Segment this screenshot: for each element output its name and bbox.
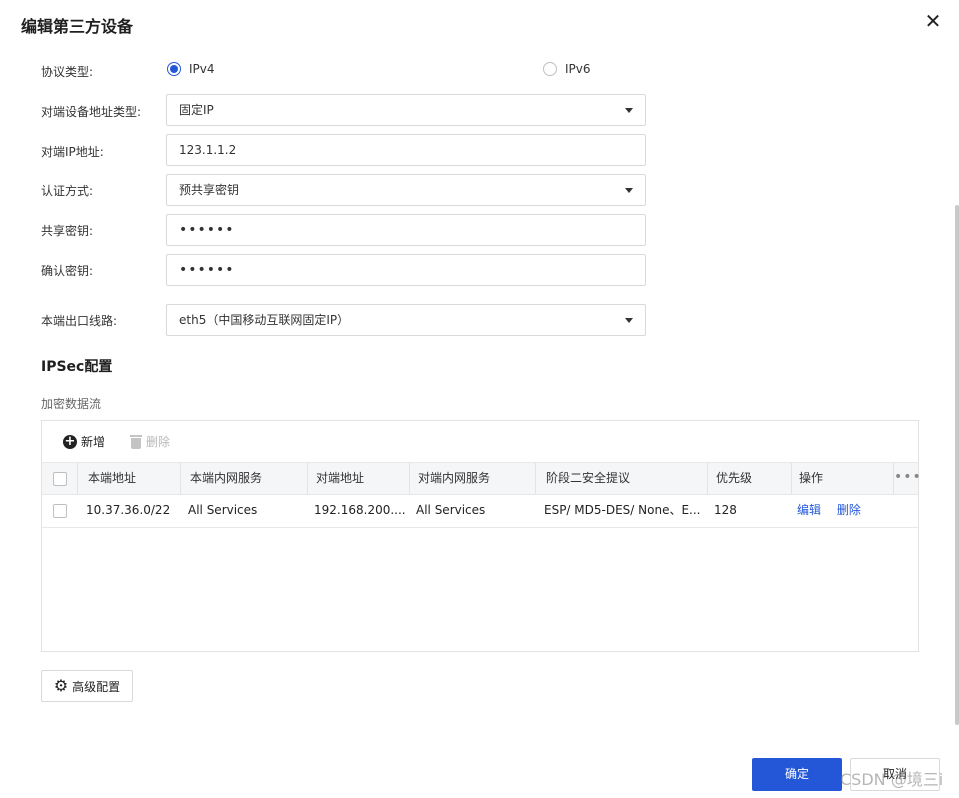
shared-key-label: 共享密钥: xyxy=(41,224,94,238)
column-header[interactable]: 本端内网服务 xyxy=(181,463,308,494)
radio-ipv6[interactable]: IPv6 xyxy=(543,62,591,76)
column-header[interactable]: 优先级 xyxy=(708,463,792,494)
auth-select[interactable]: 预共享密钥 xyxy=(166,174,646,206)
add-button-label: 新增 xyxy=(81,435,106,449)
chevron-down-icon xyxy=(625,108,633,113)
egress-label: 本端出口线路: xyxy=(41,314,118,328)
header-checkbox-cell xyxy=(42,463,78,494)
peer-addr-type-select[interactable]: 固定IP xyxy=(166,94,646,126)
egress-value: eth5（中国移动互联网固定IP） xyxy=(179,313,350,327)
gear-icon: ⚙ xyxy=(53,676,69,695)
column-header[interactable]: 本端地址 xyxy=(78,463,181,494)
auth-value: 预共享密钥 xyxy=(179,183,240,197)
peer-ip-input[interactable]: 123.1.1.2 xyxy=(166,134,646,166)
advanced-config-label: 高级配置 xyxy=(72,679,121,694)
delete-link[interactable]: 删除 xyxy=(837,503,861,517)
add-button[interactable]: + 新增 xyxy=(63,433,105,450)
peer-addr-type-value: 固定IP xyxy=(179,103,214,117)
peer-ip-label: 对端IP地址: xyxy=(41,145,104,159)
radio-checked-icon xyxy=(167,62,181,76)
peer-ip-value: 123.1.1.2 xyxy=(179,143,237,157)
delete-button[interactable]: 删除 xyxy=(130,433,170,450)
cell-peer-service: All Services xyxy=(416,503,486,517)
radio-unchecked-icon xyxy=(543,62,557,76)
watermark: CSDN @境三i xyxy=(840,770,944,789)
egress-select[interactable]: eth5（中国移动互联网固定IP） xyxy=(166,304,646,336)
peer-addr-type-label: 对端设备地址类型: xyxy=(41,105,142,119)
confirm-key-input[interactable]: •••••• xyxy=(166,254,646,286)
shared-key-input[interactable]: •••••• xyxy=(166,214,646,246)
trash-icon xyxy=(130,434,142,449)
edit-link[interactable]: 编辑 xyxy=(797,503,821,517)
column-header[interactable]: 操作 xyxy=(792,463,894,494)
ok-button[interactable]: 确定 xyxy=(752,758,842,791)
radio-ipv4-label: IPv4 xyxy=(189,62,215,76)
row-checkbox[interactable] xyxy=(53,504,67,518)
cell-local-addr: 10.37.36.0/22 xyxy=(86,503,171,517)
table-row[interactable]: 10.37.36.0/22 All Services 192.168.200..… xyxy=(42,495,918,528)
close-icon[interactable]: ✕ xyxy=(921,9,945,33)
dialog-title: 编辑第三方设备 xyxy=(21,17,134,36)
column-header[interactable]: 对端内网服务 xyxy=(410,463,536,494)
cell-proposal: ESP/ MD5-DES/ None、E... xyxy=(544,503,701,517)
encrypted-flow-title: 加密数据流 xyxy=(41,397,102,411)
radio-ipv4[interactable]: IPv4 xyxy=(167,62,215,76)
cell-actions: 编辑 删除 xyxy=(792,495,918,527)
cell-local-service: All Services xyxy=(188,503,258,517)
row-checkbox-cell xyxy=(42,495,78,527)
confirm-key-value: •••••• xyxy=(179,262,235,278)
protocol-label: 协议类型: xyxy=(41,65,94,79)
more-icon[interactable]: ••• xyxy=(894,463,921,494)
scrollbar[interactable] xyxy=(955,205,959,725)
confirm-key-label: 确认密钥: xyxy=(41,264,94,278)
shared-key-value: •••••• xyxy=(179,222,235,238)
column-header[interactable]: 对端地址 xyxy=(308,463,410,494)
auth-label: 认证方式: xyxy=(41,184,94,198)
cell-peer-addr: 192.168.200.... xyxy=(314,503,406,517)
column-header[interactable]: 阶段二安全提议 xyxy=(536,463,708,494)
table-header: 本端地址 本端内网服务 对端地址 对端内网服务 阶段二安全提议 优先级 操作 •… xyxy=(42,462,921,495)
radio-ipv6-label: IPv6 xyxy=(565,62,591,76)
cell-priority: 128 xyxy=(714,503,737,517)
select-all-checkbox[interactable] xyxy=(53,472,67,486)
ipsec-table: + 新增 删除 本端地址 本端内网服务 对端地址 对端内网服务 阶段二安全提议 … xyxy=(41,420,921,652)
advanced-config-button[interactable]: ⚙ 高级配置 xyxy=(41,670,133,702)
chevron-down-icon xyxy=(625,318,633,323)
plus-circle-icon: + xyxy=(63,433,77,449)
ipsec-section-title: IPSec配置 xyxy=(41,359,113,375)
chevron-down-icon xyxy=(625,188,633,193)
delete-button-label: 删除 xyxy=(146,435,171,449)
